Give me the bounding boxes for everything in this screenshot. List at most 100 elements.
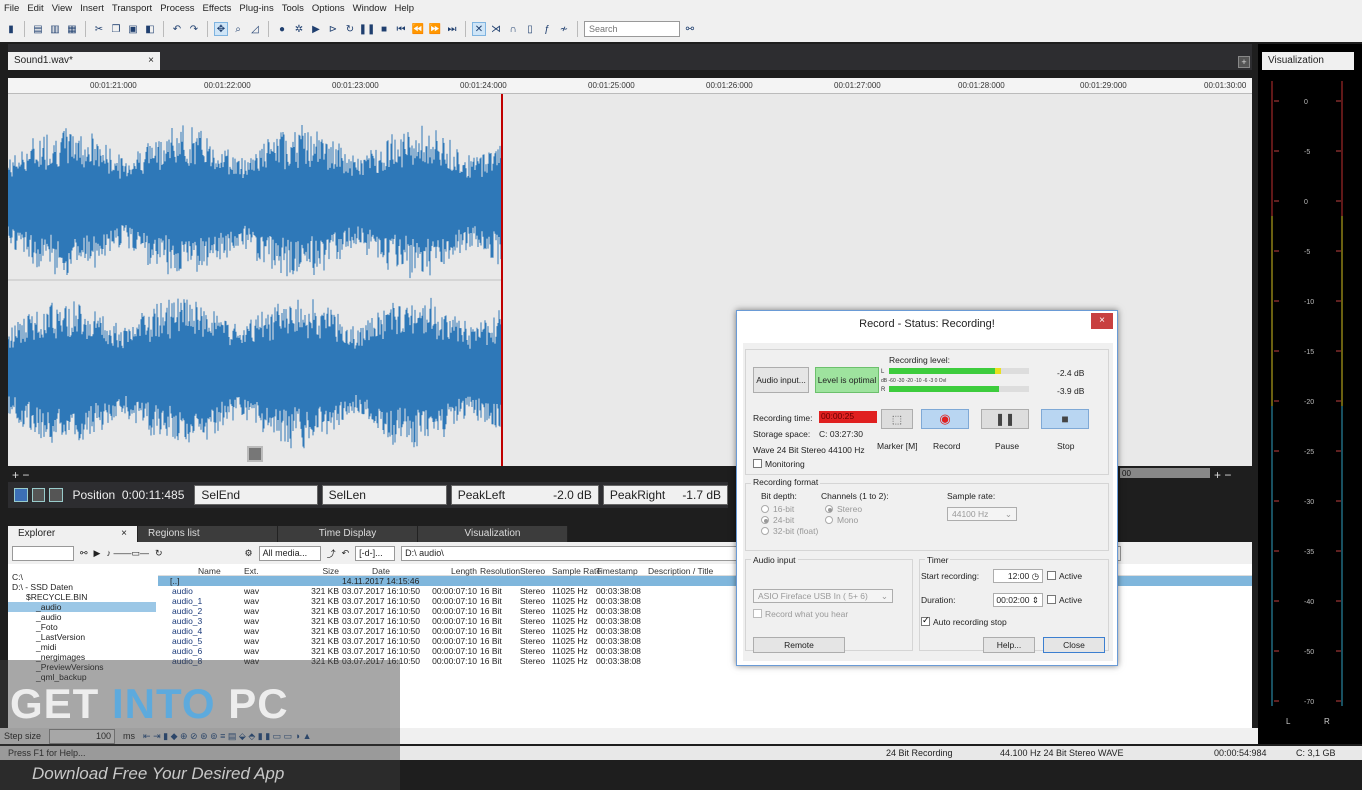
go-start-icon[interactable]: ⏮ <box>394 22 408 36</box>
undo-icon[interactable]: ↶ <box>170 22 184 36</box>
marker-icon[interactable] <box>247 446 263 462</box>
auto-stop-checkbox[interactable] <box>921 615 930 626</box>
go-end-icon[interactable]: ⏭ <box>445 22 459 36</box>
pause-button[interactable]: ❚❚ <box>981 409 1029 429</box>
tree-item[interactable]: $RECYCLE.BIN <box>8 592 156 602</box>
tree-item[interactable]: _midi <box>8 642 156 652</box>
column-header[interactable]: Resolution <box>480 566 520 576</box>
play-preview-icon[interactable]: ▶ <box>94 548 101 559</box>
tree-item[interactable]: C:\ <box>8 572 156 582</box>
region-icon[interactable]: ▯ <box>523 22 537 36</box>
fx-icon[interactable]: ƒ <box>540 22 554 36</box>
stop-button[interactable]: ■ <box>1041 409 1089 429</box>
bit-depth-24-radio[interactable] <box>761 516 769 524</box>
close-button[interactable]: Close <box>1043 637 1105 653</box>
pause-icon[interactable]: ❚❚ <box>359 22 376 36</box>
channels-stereo-radio[interactable] <box>825 505 833 513</box>
menu-file[interactable]: File <box>4 3 19 14</box>
menu-effects[interactable]: Effects <box>203 3 232 14</box>
tab-explorer[interactable]: Explorer × <box>8 526 138 542</box>
column-header[interactable]: Ext. <box>244 566 292 576</box>
scrub-icon[interactable]: ≁ <box>557 22 571 36</box>
refresh-icon[interactable]: ↻ <box>155 548 163 559</box>
display-icon[interactable] <box>49 488 63 502</box>
tab-visualization[interactable]: Visualization <box>418 526 568 542</box>
selend-field[interactable]: SelEnd <box>194 485 318 505</box>
horizontal-scrollbar[interactable]: 00 <box>1120 468 1210 478</box>
channels-mono-radio[interactable] <box>825 516 833 524</box>
column-header[interactable]: Description / Title <box>648 566 718 576</box>
zoom-controls-left[interactable]: + − <box>12 468 29 482</box>
marker-toolbar-icon[interactable]: ∩ <box>506 22 520 36</box>
dialog-close-icon[interactable]: × <box>1091 313 1113 329</box>
play-from-icon[interactable]: ⊳ <box>326 22 340 36</box>
menu-help[interactable]: Help <box>394 3 414 14</box>
snap-icon[interactable]: ✕ <box>472 22 486 36</box>
tree-item[interactable]: _Foto <box>8 622 156 632</box>
visualization-tab[interactable]: Visualization <box>1262 52 1354 70</box>
column-header[interactable]: Size <box>292 566 342 576</box>
column-header[interactable]: Date <box>342 566 420 576</box>
column-header[interactable]: Name <box>158 566 244 576</box>
duration-input[interactable]: 00:02:00 ⇕ <box>993 593 1043 607</box>
tree-item[interactable]: D:\ - SSD Daten <box>8 582 156 592</box>
tab-time-display[interactable]: Time Display <box>278 526 418 542</box>
menu-process[interactable]: Process <box>160 3 194 14</box>
monitoring-checkbox[interactable] <box>753 459 762 468</box>
marker-button[interactable]: ⬚ <box>881 409 913 429</box>
new-file-icon[interactable]: ▮ <box>4 22 18 36</box>
start-active-checkbox[interactable] <box>1047 571 1056 580</box>
start-time-input[interactable]: 12:00 ◷ <box>993 569 1043 583</box>
snapshot-icon[interactable] <box>31 488 45 502</box>
crossfade-icon[interactable]: ⋊ <box>489 22 503 36</box>
menu-view[interactable]: View <box>52 3 72 14</box>
save-as-icon[interactable]: ▦ <box>65 22 79 36</box>
maximize-icon[interactable]: + <box>1238 56 1250 68</box>
menu-window[interactable]: Window <box>353 3 387 14</box>
column-header[interactable]: Length <box>420 566 480 576</box>
volume-slider[interactable]: ♪ ——▭— <box>106 548 149 559</box>
column-header[interactable]: Sample Rate <box>552 566 601 576</box>
remote-button[interactable]: Remote <box>753 637 845 653</box>
rewind-icon[interactable]: ⏪ <box>411 22 425 36</box>
tab-regions-list[interactable]: Regions list <box>138 526 278 542</box>
duration-active-checkbox[interactable] <box>1047 595 1056 604</box>
binoculars-icon[interactable]: ⚯ <box>683 22 697 36</box>
record-toolbar-icon[interactable]: ● <box>275 22 289 36</box>
media-filter-select[interactable]: All media... <box>258 545 321 561</box>
cut-icon[interactable]: ✂ <box>92 22 106 36</box>
document-tab[interactable]: Sound1.wav* × <box>8 52 160 70</box>
audio-device-select[interactable]: ASIO Fireface USB In ( 5+ 6) ⌄ <box>753 589 893 603</box>
loop-icon[interactable]: ↻ <box>343 22 357 36</box>
menu-transport[interactable]: Transport <box>112 3 152 14</box>
sellen-field[interactable]: SelLen <box>321 485 447 505</box>
sample-rate-select[interactable]: 44100 Hz ⌄ <box>947 507 1017 521</box>
copy-icon[interactable]: ❐ <box>109 22 123 36</box>
help-button[interactable]: Help... <box>983 637 1035 653</box>
back-icon[interactable]: ↶ <box>342 548 350 559</box>
zoom-controls-right[interactable]: + − <box>1214 468 1231 482</box>
menu-plugins[interactable]: Plug-ins <box>239 3 273 14</box>
open-icon[interactable]: ▤ <box>31 22 45 36</box>
play-icon[interactable]: ▶ <box>309 22 323 36</box>
column-header[interactable]: Timestamp <box>596 566 648 576</box>
paste-icon[interactable]: ▣ <box>126 22 140 36</box>
zoom-tool-icon[interactable]: ⌕ <box>231 22 245 36</box>
audio-input-button[interactable]: Audio input... <box>753 367 809 393</box>
trim-icon[interactable]: ◧ <box>143 22 157 36</box>
tree-item[interactable]: _audio <box>8 602 156 612</box>
binoculars-icon[interactable]: ⚯ <box>80 548 88 559</box>
stop-icon[interactable]: ■ <box>377 22 391 36</box>
bit-depth-32-radio[interactable] <box>761 527 769 535</box>
edit-tool-icon[interactable]: ✥ <box>214 22 228 36</box>
time-ruler[interactable]: 00:01:21:000 00:01:22:000 00:01:23:000 0… <box>8 78 1252 94</box>
record-what-you-hear-checkbox[interactable] <box>753 609 762 618</box>
menu-insert[interactable]: Insert <box>80 3 104 14</box>
view-mode-icon[interactable] <box>14 488 28 502</box>
explorer-search-input[interactable] <box>12 545 74 561</box>
save-icon[interactable]: ▥ <box>48 22 62 36</box>
redo-icon[interactable]: ↷ <box>187 22 201 36</box>
menu-edit[interactable]: Edit <box>27 3 43 14</box>
column-header[interactable]: Stereo <box>520 566 552 576</box>
up-folder-icon[interactable]: ⤴ <box>327 547 336 560</box>
